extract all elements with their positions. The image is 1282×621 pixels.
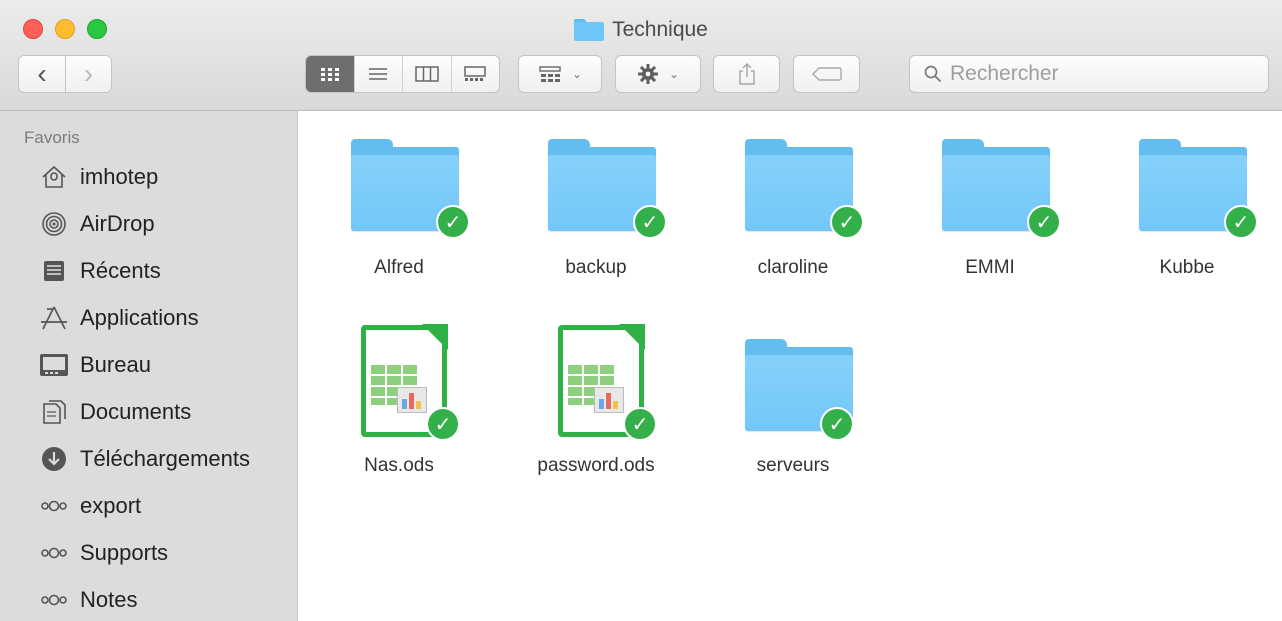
tag-icon <box>811 67 842 81</box>
documents-icon <box>36 398 72 426</box>
gallery-view-icon <box>464 66 486 81</box>
sidebar-item-label: Bureau <box>80 352 151 377</box>
file-name: EMMI <box>965 257 1015 278</box>
list-view-icon <box>369 68 388 80</box>
applications-icon <box>36 304 72 332</box>
group-by-button[interactable]: ⌄ <box>518 55 602 93</box>
file-name: Nas.ods <box>364 455 434 476</box>
synced-check-icon: ✓ <box>830 205 864 239</box>
sidebar-item-label: Récents <box>80 258 161 283</box>
icon-view-icon <box>320 68 339 81</box>
sidebar-item-airdrop[interactable]: AirDrop <box>36 206 286 242</box>
file-name: serveurs <box>756 455 830 476</box>
sidebar-item-export[interactable]: export <box>36 488 286 524</box>
view-mode-selector <box>305 55 500 93</box>
forward-button[interactable]: › <box>64 56 111 92</box>
desktop-icon <box>36 351 72 379</box>
column-view-icon <box>415 66 439 82</box>
folder-icon <box>574 19 605 41</box>
synced-check-icon: ✓ <box>426 407 460 441</box>
chevron-down-icon: ⌄ <box>571 67 583 81</box>
sidebar-item-label: Applications <box>80 305 199 330</box>
search-icon <box>924 65 942 83</box>
sidebar: Favoris imhotep AirDrop Récents Applicat… <box>0 111 298 621</box>
group-icon <box>539 66 561 82</box>
file-name: Kubbe <box>1159 257 1215 278</box>
search-placeholder: Rechercher <box>950 62 1059 85</box>
sidebar-item-desktop[interactable]: Bureau <box>36 347 286 383</box>
sidebar-item-label: imhotep <box>80 164 159 189</box>
share-icon <box>738 62 755 85</box>
window-title-bar: Technique <box>0 18 1282 42</box>
chevron-left-icon: ‹ <box>37 58 47 89</box>
sidebar-item-recents[interactable]: Récents <box>36 253 286 289</box>
synced-check-icon: ✓ <box>1224 205 1258 239</box>
sidebar-item-applications[interactable]: Applications <box>36 300 286 336</box>
gallery-view-button[interactable] <box>450 56 500 92</box>
home-icon <box>36 163 72 191</box>
synced-check-icon: ✓ <box>820 407 854 441</box>
gear-icon <box>637 64 658 84</box>
link-icon <box>36 539 72 567</box>
column-view-button[interactable] <box>402 56 451 92</box>
sidebar-item-label: Documents <box>80 399 192 424</box>
file-name: Alfred <box>374 257 424 278</box>
action-menu-button[interactable]: ⌄ <box>615 55 701 93</box>
file-name: claroline <box>757 257 829 278</box>
synced-check-icon: ✓ <box>1027 205 1061 239</box>
sidebar-item-imhotep[interactable]: imhotep <box>36 159 286 195</box>
link-icon <box>36 586 72 614</box>
recents-icon <box>36 257 72 285</box>
sidebar-item-label: AirDrop <box>80 211 155 236</box>
back-button[interactable]: ‹ <box>19 56 65 92</box>
synced-check-icon: ✓ <box>623 407 657 441</box>
sidebar-item-label: export <box>80 493 142 518</box>
navigation-buttons: ‹ › <box>18 55 112 93</box>
sidebar-heading-favorites: Favoris <box>24 128 80 147</box>
share-button[interactable] <box>713 55 780 93</box>
synced-check-icon: ✓ <box>436 205 470 239</box>
chevron-right-icon: › <box>83 58 94 89</box>
search-field[interactable]: Rechercher <box>909 55 1269 93</box>
synced-check-icon: ✓ <box>633 205 667 239</box>
window-title: Technique <box>612 18 708 41</box>
sidebar-item-documents[interactable]: Documents <box>36 394 286 430</box>
sidebar-item-supports[interactable]: Supports <box>36 535 286 571</box>
sidebar-item-notes[interactable]: Notes <box>36 582 286 618</box>
list-view-button[interactable] <box>353 56 403 92</box>
link-icon <box>36 492 72 520</box>
downloads-icon <box>36 445 72 473</box>
file-name: backup <box>565 257 627 278</box>
file-name: password.ods <box>537 455 655 476</box>
icon-view-button[interactable] <box>306 56 354 92</box>
tag-button[interactable] <box>793 55 860 93</box>
file-browser-content: ✓ Alfred ✓ backup ✓ claroline ✓ EMMI ✓ K… <box>299 111 1282 621</box>
sidebar-item-label: Supports <box>80 540 169 565</box>
sidebar-item-downloads[interactable]: Téléchargements <box>36 441 286 477</box>
chevron-down-icon: ⌄ <box>668 67 680 81</box>
window-toolbar: Technique ‹ › ⌄ ⌄ Rechercher <box>0 0 1282 111</box>
sidebar-item-label: Téléchargements <box>80 446 250 471</box>
airdrop-icon <box>36 210 72 238</box>
sidebar-item-label: Notes <box>80 587 138 612</box>
